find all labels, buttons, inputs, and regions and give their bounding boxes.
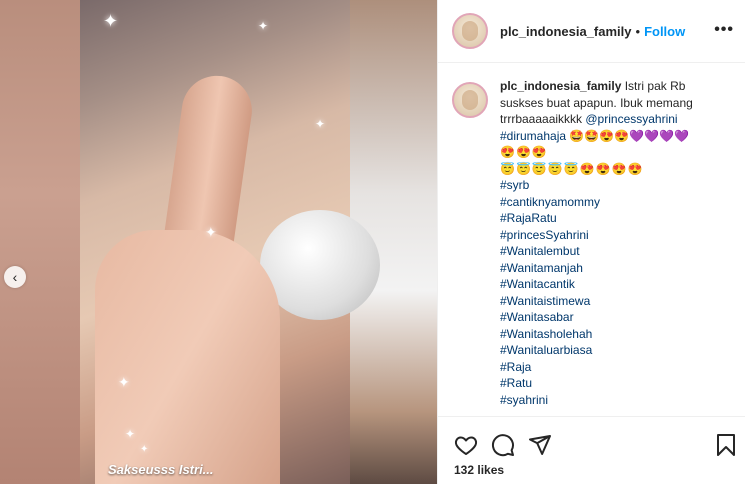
emoji-line: 😇😇😇😇😇😍😍😍😍 (500, 161, 644, 176)
post-caption: plc_indonesia_family Istri pak Rb suskse… (452, 78, 732, 408)
more-options-icon[interactable]: ••• (714, 22, 734, 38)
instagram-post: ✦ ✦ ✦ ✦ ✦ ✦ ✦ ‹ Sakseusss Istri... plc_i… (0, 0, 745, 484)
emoji-line: 😍😍😍 (500, 145, 548, 159)
separator-dot: • (635, 23, 641, 39)
hashtag-link[interactable]: #princesSyahrini (500, 227, 728, 244)
comments-section[interactable]: plc_indonesia_family Istri pak Rb suskse… (438, 64, 745, 416)
post-media[interactable]: ✦ ✦ ✦ ✦ ✦ ✦ ✦ ‹ Sakseusss Istri... (0, 0, 437, 484)
hashtag-link[interactable]: #Wanitaistimewa (500, 293, 728, 310)
hashtag-link[interactable]: #Wanitasabar (500, 309, 728, 326)
post-header: plc_indonesia_family • Follow ••• (438, 0, 745, 63)
caption-avatar[interactable] (452, 82, 488, 118)
hashtag-link[interactable]: #Wanitasholehah (500, 326, 728, 343)
caption-username[interactable]: plc_indonesia_family (500, 79, 621, 93)
sparkle-icon: ✦ (258, 19, 269, 33)
hashtag-link[interactable]: #Wanitamanjah (500, 260, 728, 277)
follow-button[interactable]: Follow (644, 24, 685, 39)
heart-icon[interactable] (454, 433, 478, 457)
hashtag-link[interactable]: #syahrini (500, 392, 728, 409)
hashtag-link[interactable]: #Wanitacantik (500, 276, 728, 293)
header-username[interactable]: plc_indonesia_family (500, 24, 632, 39)
mention-link[interactable]: @princessyahrini (585, 112, 677, 126)
hashtag-link[interactable]: #Wanitaluarbiasa (500, 342, 728, 359)
media-left-panel (0, 0, 80, 484)
hashtag-link[interactable]: #Raja (500, 359, 728, 376)
hand-image (95, 230, 280, 484)
sparkle-icon: ✦ (140, 444, 149, 455)
hashtag-link[interactable]: #RajaRatu (500, 210, 728, 227)
send-icon[interactable] (528, 433, 552, 457)
caption-body: plc_indonesia_family Istri pak Rb suskse… (500, 78, 728, 408)
hashtag-link[interactable]: #Ratu (500, 375, 728, 392)
comment-icon[interactable] (491, 433, 515, 457)
hashtag-link[interactable]: #Wanitalembut (500, 243, 728, 260)
avatar[interactable] (452, 13, 488, 49)
hashtag-link[interactable]: #syrb (500, 177, 728, 194)
action-bar: 132 likes (438, 416, 745, 484)
hashtag-link[interactable]: #dirumahaja 🤩🤩😍😍💜💜💜💜 (500, 128, 728, 145)
post-sidebar: plc_indonesia_family • Follow ••• plc_in… (437, 0, 745, 484)
media-caption-overlay: Sakseusss Istri... (108, 462, 214, 477)
sparkle-icon: ✦ (103, 11, 119, 31)
sparkle-icon: ✦ (315, 117, 326, 131)
carousel-prev-button[interactable]: ‹ (4, 266, 26, 288)
likes-count[interactable]: 132 likes (454, 463, 504, 477)
hashtag-link[interactable]: #cantiknyamommy (500, 194, 728, 211)
sparkle-icon: ✦ (125, 427, 136, 441)
sparkle-icon: ✦ (118, 374, 130, 390)
bookmark-icon[interactable] (714, 433, 738, 457)
sparkle-icon: ✦ (205, 224, 217, 240)
chevron-left-icon: ‹ (12, 269, 18, 285)
